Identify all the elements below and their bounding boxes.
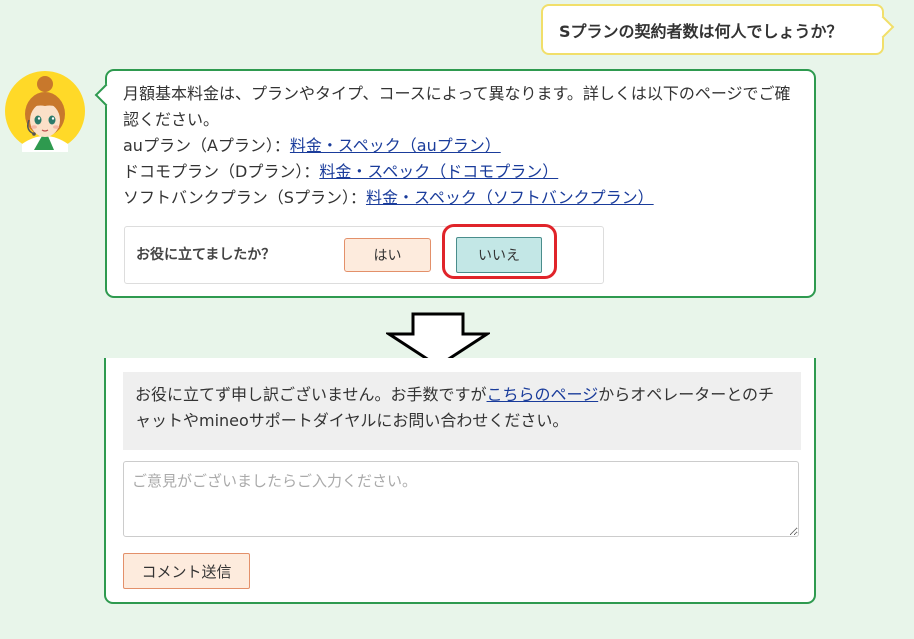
bot-intro-text: 月額基本料金は、プランやタイプ、コースによって異なります。詳しくは以下のページで… (123, 84, 791, 129)
highlight-ring (442, 224, 557, 279)
apology-message: お役に立てず申し訳ございません。お手数ですがこちらのページからオペレーターとのチ… (123, 372, 801, 450)
docomo-plan-link[interactable]: 料金・スペック（ドコモプラン） (319, 162, 558, 181)
comment-textarea[interactable] (123, 461, 799, 537)
comment-submit-button[interactable]: コメント送信 (123, 553, 250, 589)
bot-message: 月額基本料金は、プランやタイプ、コースによって異なります。詳しくは以下のページで… (123, 81, 798, 211)
plan-line-softbank: ソフトバンクプラン（Sプラン）：料金・スペック（ソフトバンクプラン） (123, 188, 654, 207)
user-question-bubble: Sプランの契約者数は何人でしょうか？ (541, 4, 884, 55)
user-question-text: Sプランの契約者数は何人でしょうか？ (559, 21, 843, 41)
followup-panel: お役に立てず申し訳ございません。お手数ですがこちらのページからオペレーターとのチ… (104, 358, 816, 604)
softbank-plan-link[interactable]: 料金・スペック（ソフトバンクプラン） (366, 188, 654, 207)
operator-avatar (5, 71, 85, 152)
yes-button[interactable]: はい (344, 238, 431, 272)
au-plan-link[interactable]: 料金・スペック（auプラン） (290, 136, 501, 155)
operator-page-link[interactable]: こちらのページ (487, 385, 599, 404)
plan-line-docomo: ドコモプラン（Dプラン）：料金・スペック（ドコモプラン） (123, 162, 559, 181)
plan-line-au: auプラン（Aプラン）：料金・スペック（auプラン） (123, 136, 501, 155)
feedback-question: お役に立てましたか？ (136, 247, 276, 263)
